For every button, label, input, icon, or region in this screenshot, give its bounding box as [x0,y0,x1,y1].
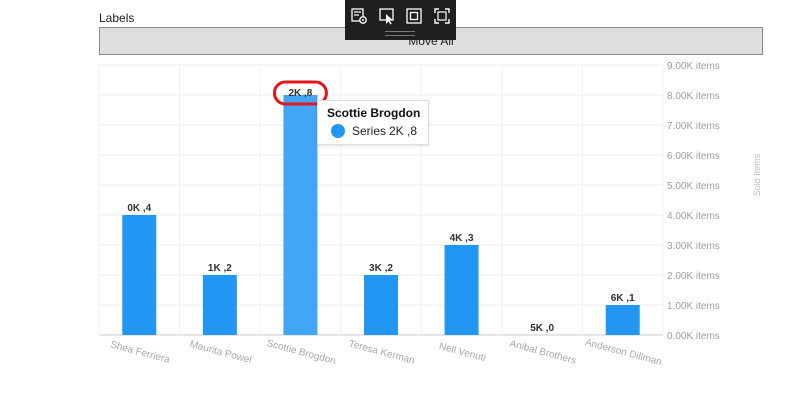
y-tick-label: 8.00K items [667,91,720,102]
data-label: 1K ,2 [208,263,232,274]
select-pointer-icon[interactable] [377,6,397,26]
data-label: 3K ,2 [369,263,393,274]
tooltip-series-value: 2K ,8 [389,124,418,138]
frame-icon[interactable] [404,6,424,26]
tooltip-series-name: Series [352,124,387,138]
category-label: Nell Venuti [438,341,487,364]
data-label: 0K ,4 [127,203,151,214]
category-label: Scottie Brogdon [265,338,337,367]
y-tick-label: 2.00K items [667,271,720,282]
y-tick-label: 7.00K items [667,121,720,132]
chart-tooltip: Scottie Brogdon Series 2K ,8 [317,100,429,145]
bar [364,275,398,335]
category-label: Anibal Brothers [508,338,577,366]
data-label: 6K ,1 [611,293,635,304]
category-label: Teresa Kerman [347,338,415,366]
y-tick-label: 6.00K items [667,151,720,162]
bar-chart: 0.00K items 1.00K items 2.00K items 3.00K i… [98,61,762,368]
tooltip-title: Scottie Brogdon [327,106,421,120]
data-label: 2K ,8 [288,88,312,99]
data-label: 5K ,0 [530,323,554,334]
bar [122,215,157,335]
bar [444,245,479,335]
category-label: Shea Ferriera [109,339,171,366]
y-axis-title: Sold Items [752,153,762,196]
toolbar-drag-handle[interactable] [385,31,415,36]
bar [605,305,640,335]
y-tick-label: 1.00K items [667,301,720,312]
y-tick-label: 4.00K items [667,211,720,222]
fit-screen-icon[interactable] [432,6,452,26]
y-tick-label: 5.00K items [667,181,720,192]
bar [202,275,237,335]
chart-settings-icon[interactable] [349,6,369,26]
tooltip-series-marker [331,124,345,138]
bar [283,95,318,335]
y-tick-label: 0.00K items [667,331,720,342]
y-tick-label: 3.00K items [667,241,720,252]
y-tick-label: 9.00K items [667,61,720,72]
category-label: Maurita Powel [188,339,252,366]
category-label: Anderson Dillman [584,337,663,368]
floating-toolbar [345,0,456,40]
data-label: 4K ,3 [450,233,474,244]
